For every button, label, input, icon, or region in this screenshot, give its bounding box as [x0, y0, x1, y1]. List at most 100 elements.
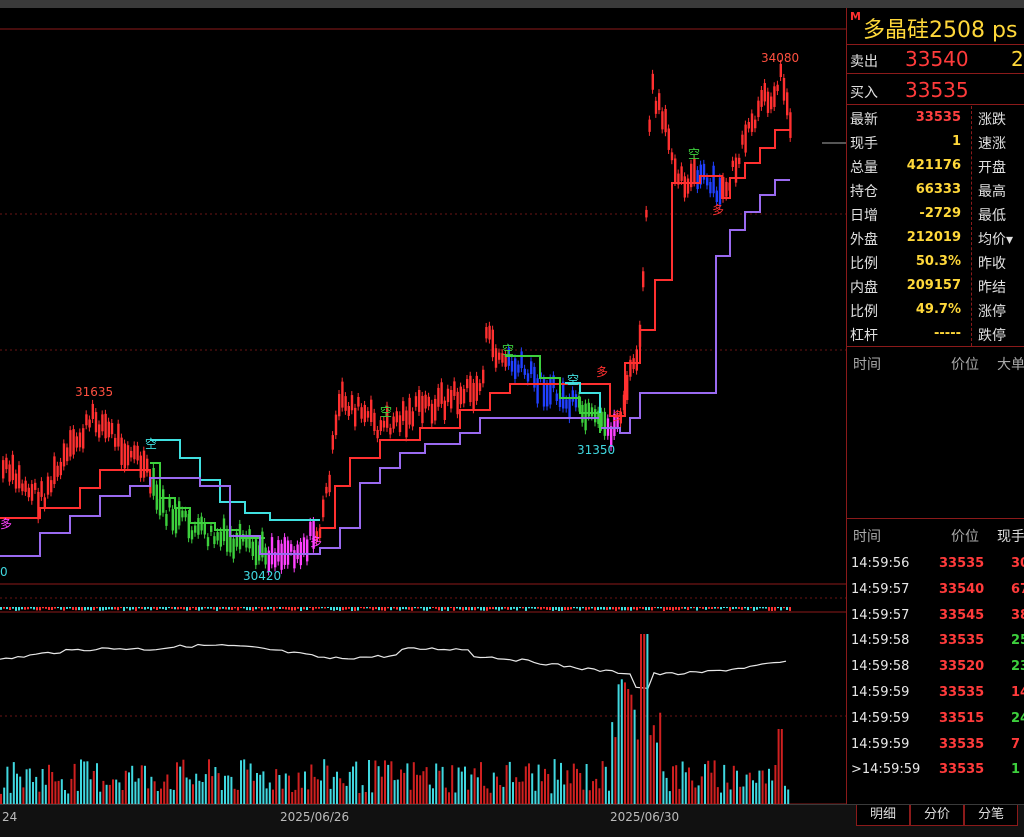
candle-body — [360, 407, 363, 419]
candle-body — [555, 393, 558, 401]
volume-bar — [640, 634, 642, 804]
volume-bar — [96, 763, 98, 804]
stat-label: 内盘 — [850, 280, 878, 296]
stat-label: 比例 — [850, 256, 878, 272]
stat-row: 外盘 212019 均价▾ — [847, 226, 1024, 250]
micro-volume-bar — [426, 607, 428, 611]
volume-bar — [416, 774, 418, 804]
volume-bar — [643, 634, 646, 804]
volume-bar — [656, 742, 658, 804]
micro-volume-bar — [105, 607, 107, 610]
candle-body — [430, 403, 434, 424]
micro-volume-bar — [624, 607, 626, 611]
volume-bar — [179, 766, 182, 804]
micro-volume-bar — [60, 607, 62, 610]
candle-body — [565, 399, 568, 409]
title-bar — [0, 0, 1024, 8]
tab-trades[interactable]: 分笔 — [964, 805, 1018, 826]
candle-body — [18, 465, 21, 489]
micro-volume-bar — [255, 607, 257, 610]
micro-volume-bar — [606, 607, 608, 611]
tick-price: 33515 — [939, 710, 985, 726]
ask-price: 33540 — [905, 47, 969, 71]
micro-volume-bar — [555, 607, 557, 610]
candle-body — [526, 373, 530, 382]
volume-bar — [217, 773, 220, 804]
volume-bar — [374, 760, 377, 804]
candle-body — [251, 541, 254, 557]
candle-body — [786, 92, 789, 116]
volume-bar — [649, 735, 652, 804]
candle-body — [472, 382, 475, 410]
volume-bar — [630, 694, 633, 804]
volume-bar — [707, 760, 710, 804]
micro-volume-bar — [687, 607, 689, 611]
micro-volume-bar — [384, 607, 386, 611]
candle-body — [158, 499, 162, 516]
candle-body — [46, 476, 50, 495]
signal-short-1: 空 — [145, 437, 157, 451]
volume-bar — [243, 759, 246, 804]
candle-body — [542, 378, 546, 407]
volume-bar — [140, 765, 143, 804]
volume-bar — [710, 772, 713, 804]
candle-body — [190, 530, 194, 540]
micro-volume-bar — [585, 607, 587, 611]
tab-detail[interactable]: 明细 — [856, 805, 910, 826]
symbol-header[interactable]: M 多晶硅2508 ps — [847, 8, 1024, 45]
candle-body — [328, 474, 331, 493]
signal-short-4: 空 — [567, 373, 579, 387]
micro-volume-bar — [378, 607, 380, 611]
candle-body — [418, 389, 421, 412]
candle-body — [434, 398, 437, 421]
volume-bar — [220, 790, 223, 804]
candle-body — [123, 443, 126, 469]
candlestick-chart[interactable]: 34080 31635 30420 31350 0 空 空 空 空 空 多 多 … — [0, 8, 846, 804]
candle-body — [94, 412, 98, 433]
volume-bar — [713, 760, 716, 804]
candle-body — [408, 397, 411, 425]
candle-body — [219, 531, 222, 547]
candle-body — [341, 381, 344, 408]
candle-body — [302, 537, 306, 554]
candle-body — [520, 351, 523, 369]
micro-volume-bar — [723, 607, 725, 608]
tick-volume: 1 — [1011, 762, 1021, 778]
volume-bar — [102, 780, 105, 804]
chart-canvas: 34080 31635 30420 31350 0 空 空 空 空 空 多 多 … — [0, 28, 846, 804]
micro-volume-bar — [231, 607, 233, 610]
volume-bar — [572, 763, 575, 804]
tick-volume: 23 — [1011, 659, 1024, 675]
candle-body — [776, 84, 779, 92]
micro-volume-bar — [630, 607, 632, 611]
stat-label-right: 跌停 — [978, 328, 1006, 344]
tick-price: 33535 — [939, 556, 985, 571]
volume-bar — [172, 789, 175, 804]
micro-volume-bar — [42, 607, 44, 609]
candle-body — [674, 158, 677, 183]
micro-volume-bar — [717, 607, 719, 609]
volume-bar — [748, 772, 751, 804]
volume-bar — [444, 787, 447, 804]
volume-bar — [160, 788, 162, 804]
volume-bar — [620, 679, 623, 804]
tab-price-level[interactable]: 分价 — [910, 805, 964, 826]
micro-volume-bar — [411, 607, 413, 611]
tick-time: 14:59:59 — [851, 685, 910, 700]
micro-volume-bar — [402, 607, 404, 610]
micro-volume-bar — [612, 607, 614, 610]
micro-volume-bar — [492, 607, 494, 610]
volume-bar — [633, 709, 636, 804]
volume-bar — [144, 765, 146, 804]
stat-row: 比例 49.7% 涨停 — [847, 298, 1024, 322]
volume-bar — [275, 769, 278, 804]
micro-volume-bar — [90, 607, 92, 611]
micro-volume-bar — [27, 607, 29, 610]
micro-volume-bar — [240, 607, 242, 609]
micro-volume-bar — [633, 607, 635, 610]
micro-volume-bar — [237, 607, 239, 611]
micro-volume-bar — [168, 607, 170, 609]
micro-volume-bar — [84, 607, 86, 611]
stat-label: 外盘 — [850, 232, 878, 248]
micro-volume-bar — [435, 607, 437, 609]
